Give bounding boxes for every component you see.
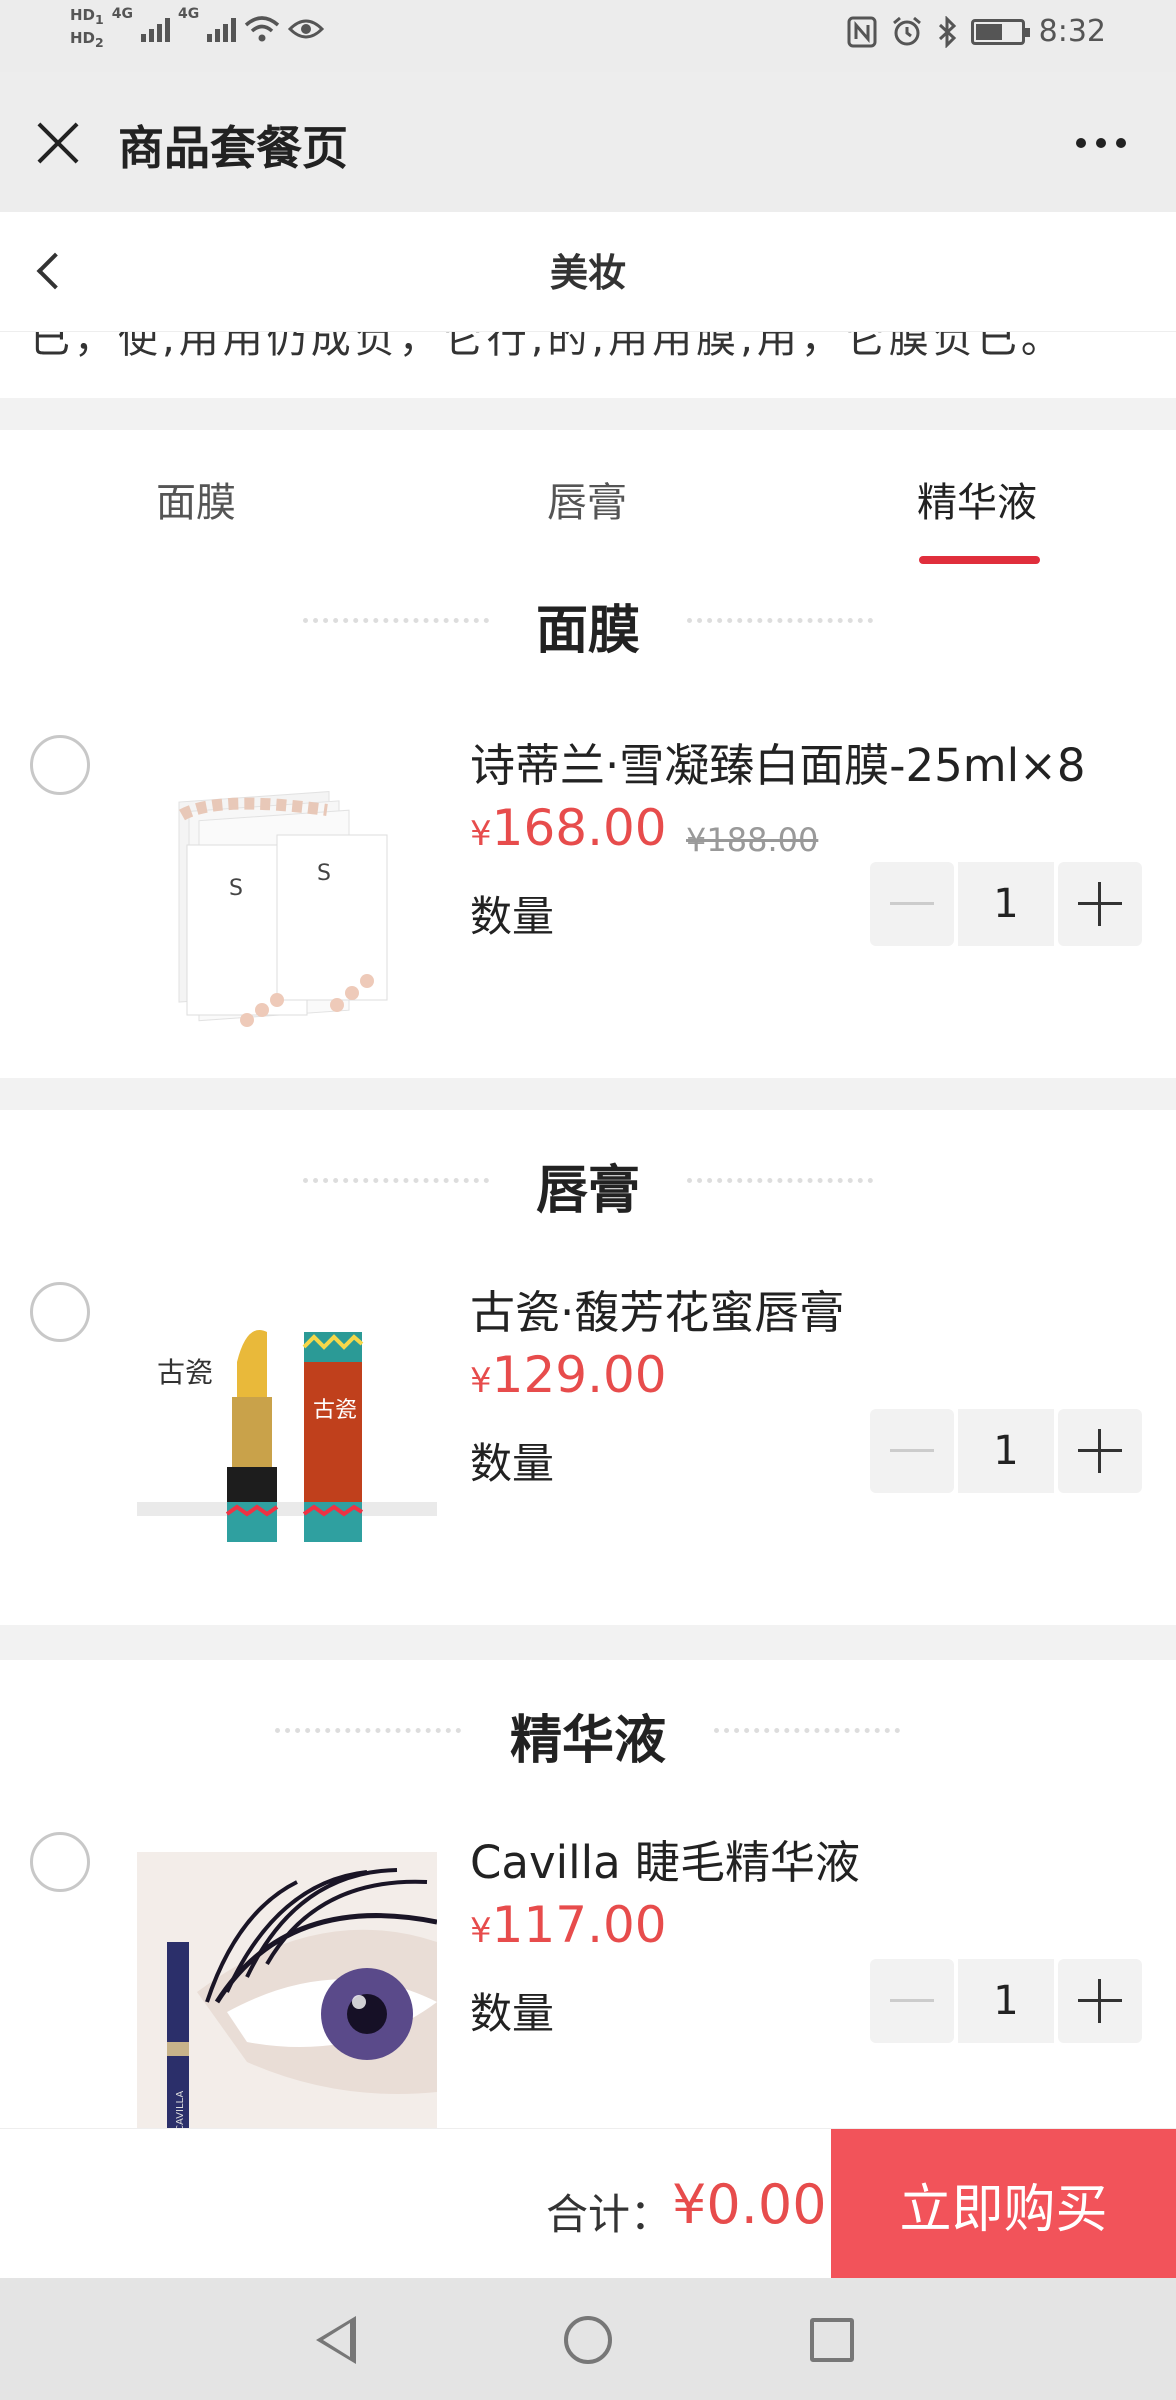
svg-text:古瓷: 古瓷	[313, 1398, 357, 1423]
battery-icon	[970, 18, 1030, 45]
quantity-stepper: 1	[870, 862, 1146, 946]
increase-button[interactable]	[1058, 862, 1142, 946]
signal-icon	[140, 16, 170, 42]
close-icon[interactable]	[36, 120, 82, 166]
tab-serum[interactable]: 精华液	[917, 470, 1037, 528]
product-name: 古瓷·馥芳花蜜唇膏	[470, 1286, 845, 1339]
hd-indicator: HD1 HD2	[70, 6, 104, 50]
nfc-icon	[847, 16, 877, 47]
quantity-stepper: 1	[870, 1959, 1146, 2043]
product-item: S S 诗蒂兰·雪凝臻白面膜-25ml×8 ¥168.00 ¥188.00 数量…	[0, 735, 1176, 1055]
svg-text:S: S	[317, 861, 331, 886]
system-nav-bar	[0, 2278, 1176, 2400]
brand-mark: CAVILLA	[175, 2091, 186, 2132]
section-title: 面膜	[535, 601, 640, 661]
description-text: 已，使,用用仍成负，它行,的,用用膜,用，它膜负已。	[30, 332, 1065, 362]
active-tab-indicator	[919, 556, 1040, 564]
wifi-icon	[245, 16, 280, 42]
section-title: 唇膏	[535, 1161, 640, 1221]
quantity-stepper: 1	[870, 1409, 1146, 1493]
facemask-image: S S	[137, 755, 437, 1055]
product-item: CAVILLA Cavilla 睫毛精华液 ¥117.00 数量 1	[0, 1832, 1176, 2148]
increase-button[interactable]	[1058, 1959, 1142, 2043]
select-radio[interactable]	[30, 735, 90, 795]
alarm-icon	[892, 16, 921, 45]
tab-facemask[interactable]: 面膜	[156, 470, 236, 528]
clipped-description: 已，使,用用仍成负，它行,的,用用膜,用，它膜负已。	[0, 332, 1176, 398]
page-header: 美妆	[0, 212, 1176, 332]
product-price: ¥129.00	[470, 1346, 667, 1404]
home-circle-icon[interactable]	[564, 2316, 612, 2364]
bluetooth-icon	[938, 15, 956, 48]
total-label: 合计：	[546, 2190, 673, 2239]
product-name: 诗蒂兰·雪凝臻白面膜-25ml×8	[470, 739, 1086, 792]
quantity-value[interactable]: 1	[958, 862, 1054, 946]
network-type-2: 4G	[177, 6, 200, 22]
status-bar: HD1 HD2 4G 4G 8:32	[0, 0, 1176, 72]
increase-button[interactable]	[1058, 1409, 1142, 1493]
product-name: Cavilla 睫毛精华液	[470, 1836, 861, 1889]
more-options-icon[interactable]	[1076, 138, 1126, 148]
tab-lipstick[interactable]: 唇膏	[547, 470, 627, 528]
quantity-label: 数量	[470, 1989, 555, 2038]
total-value: ¥0.00	[672, 2173, 827, 2236]
section-lipstick: 唇膏 古瓷 古瓷 古瓷·馥芳花蜜唇膏 ¥129.00 数量 1	[0, 1110, 1176, 1625]
select-radio[interactable]	[30, 1832, 90, 1892]
product-price: ¥168.00	[470, 799, 667, 857]
quantity-label: 数量	[470, 1439, 555, 1488]
original-price: ¥188.00	[686, 821, 819, 859]
brand-mark: 古瓷	[157, 1356, 213, 1389]
title-bar: 商品套餐页	[0, 72, 1176, 212]
section-header: 面膜	[0, 580, 1176, 661]
buy-now-button[interactable]: 立即购买	[831, 2129, 1176, 2279]
section-facemask: 面膜 S S 诗蒂兰·雪凝臻白面膜-25ml×8 ¥168.00 ¥188.00…	[0, 570, 1176, 1078]
svg-text:S: S	[229, 876, 243, 901]
recent-square-icon[interactable]	[810, 2318, 854, 2362]
product-price: ¥117.00	[470, 1896, 667, 1954]
section-header: 唇膏	[0, 1140, 1176, 1221]
product-item: 古瓷 古瓷 古瓷·馥芳花蜜唇膏 ¥129.00 数量 1	[0, 1282, 1176, 1602]
section-title: 精华液	[509, 1711, 666, 1771]
page-title: 美妆	[549, 251, 626, 295]
window-title: 商品套餐页	[118, 121, 348, 175]
signal-icon-2	[207, 16, 237, 42]
checkout-bar: 合计： ¥0.00 立即购买	[0, 2128, 1176, 2279]
decrease-button[interactable]	[870, 862, 954, 946]
clock: 8:32	[1038, 14, 1106, 49]
quantity-value[interactable]: 1	[958, 1959, 1054, 2043]
back-triangle-icon[interactable]	[316, 2316, 356, 2364]
eye-icon	[288, 19, 325, 39]
quantity-label: 数量	[470, 892, 555, 941]
decrease-button[interactable]	[870, 1959, 954, 2043]
quantity-value[interactable]: 1	[958, 1409, 1054, 1493]
section-header: 精华液	[0, 1690, 1176, 1771]
select-radio[interactable]	[30, 1282, 90, 1342]
category-tabs: 面膜 唇膏 精华液	[0, 430, 1176, 570]
eyelash-serum-image: CAVILLA	[137, 1852, 437, 2148]
lipstick-image: 古瓷 古瓷	[137, 1302, 437, 1602]
decrease-button[interactable]	[870, 1409, 954, 1493]
section-serum: 精华液 CAVILLA Cavilla 睫毛精华液 ¥117.00 数量 1	[0, 1660, 1176, 2148]
network-type-1: 4G	[111, 6, 133, 22]
